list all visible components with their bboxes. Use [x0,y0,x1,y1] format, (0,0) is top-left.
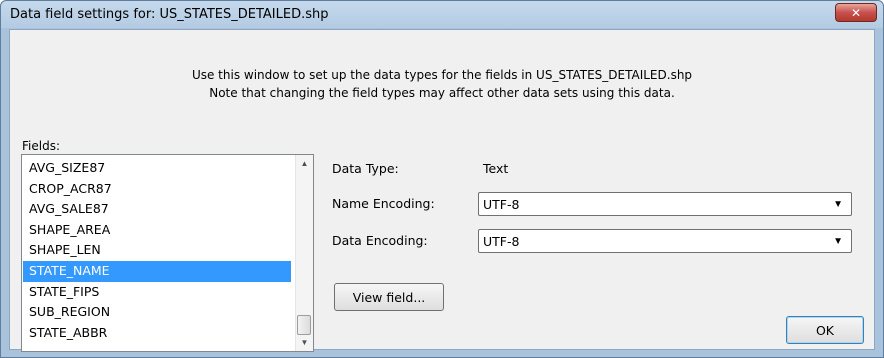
name-encoding-label: Name Encoding: [332,196,435,211]
list-item[interactable]: STATE_ABBR [23,323,291,344]
list-item[interactable]: SHAPE_LEN [23,240,291,261]
list-item[interactable]: STATE_FIPS [23,282,291,303]
fields-listbox[interactable]: AVG_SIZE87 CROP_ACR87 AVG_SALE87 SHAPE_AREA… [21,154,314,352]
close-button[interactable]: ✕ [835,3,877,22]
dialog-window: Data field settings for: US_STATES_DETAI… [0,0,884,358]
scroll-down-icon[interactable]: ▼ [296,334,313,351]
list-item[interactable]: AVG_SALE87 [23,199,291,220]
data-encoding-label: Data Encoding: [332,233,428,248]
list-item[interactable]: CROP_ACR87 [23,179,291,200]
list-item[interactable]: SUB_REGION [23,302,291,323]
window-title: Data field settings for: US_STATES_DETAI… [10,7,329,22]
list-item[interactable]: STATE_NAME [23,260,291,282]
fields-list: AVG_SIZE87 CROP_ACR87 AVG_SALE87 SHAPE_AREA… [23,158,291,343]
data-type-value: Text [483,161,509,176]
list-item[interactable]: AVG_SIZE87 [23,158,291,179]
ok-button[interactable]: OK [786,316,864,344]
vertical-scrollbar[interactable]: ▲ ▼ [295,155,313,351]
intro-text: Use this window to set up the data types… [10,66,874,102]
data-encoding-select[interactable]: UTF-8 ▼ [478,229,852,253]
data-encoding-value: UTF-8 [483,234,520,249]
view-field-button[interactable]: View field... [334,283,444,311]
dialog-body: Use this window to set up the data types… [9,29,875,352]
data-type-label: Data Type: [332,161,399,176]
name-encoding-value: UTF-8 [483,197,520,212]
scroll-up-icon[interactable]: ▲ [296,155,313,172]
scroll-thumb[interactable] [297,315,311,335]
intro-line-1: Use this window to set up the data types… [191,68,693,82]
intro-line-2: Note that changing the field types may a… [209,86,675,100]
chevron-down-icon: ▼ [833,236,843,247]
list-item[interactable]: SHAPE_AREA [23,220,291,241]
name-encoding-select[interactable]: UTF-8 ▼ [478,192,852,216]
title-bar[interactable]: Data field settings for: US_STATES_DETAI… [1,1,883,28]
close-icon: ✕ [850,5,862,20]
chevron-down-icon: ▼ [833,199,843,210]
fields-label: Fields: [22,139,60,153]
